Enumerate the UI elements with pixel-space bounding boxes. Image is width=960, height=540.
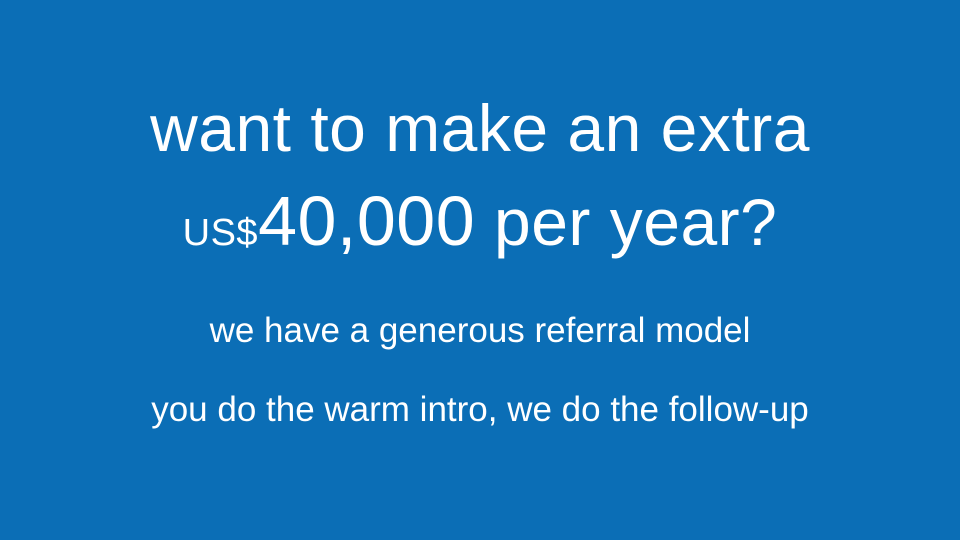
- subline-warm-intro: you do the warm intro, we do the follow-…: [151, 390, 809, 429]
- currency-prefix: US$: [182, 212, 259, 254]
- headline-line-2: US$40,000 per year?: [0, 181, 960, 273]
- headline-line-2-suffix: per year?: [475, 185, 778, 259]
- slide: want to make an extra US$40,000 per year…: [0, 0, 960, 540]
- amount-value: 40,000: [258, 182, 476, 260]
- headline-line-1: want to make an extra: [150, 91, 810, 165]
- subline-referral-model: we have a generous referral model: [209, 311, 751, 350]
